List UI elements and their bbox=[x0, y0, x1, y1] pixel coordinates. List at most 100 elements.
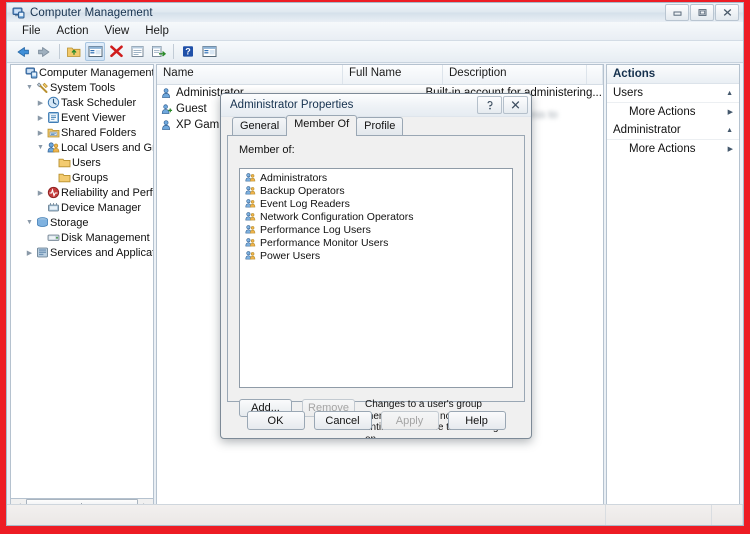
tree-node-storage[interactable]: ▼ Storage bbox=[11, 215, 153, 230]
minimize-button[interactable] bbox=[665, 4, 689, 21]
statusbar-segment-3 bbox=[712, 505, 743, 525]
column-header-name[interactable]: Name bbox=[157, 65, 343, 84]
administrator-properties-dialog: Administrator Properties General Member … bbox=[220, 93, 532, 439]
show-hide-console-tree-icon[interactable] bbox=[85, 42, 105, 61]
list-item[interactable]: Performance Monitor Users bbox=[240, 236, 512, 249]
properties-icon[interactable] bbox=[127, 42, 147, 61]
statusbar-segment-main bbox=[7, 505, 606, 525]
delete-icon[interactable] bbox=[106, 42, 126, 61]
member-of-label: Member of: bbox=[239, 144, 295, 156]
ok-button[interactable]: OK bbox=[246, 411, 305, 430]
dialog-help-button[interactable] bbox=[477, 96, 502, 114]
list-item[interactable]: Administrators bbox=[240, 171, 512, 184]
list-item[interactable]: Performance Log Users bbox=[240, 223, 512, 236]
red-border-right bbox=[744, 0, 750, 534]
toolbar: ? bbox=[7, 41, 743, 63]
toolbar-separator bbox=[59, 44, 60, 59]
up-folder-icon[interactable] bbox=[64, 42, 84, 61]
actions-title: Actions bbox=[607, 65, 739, 84]
column-header-full-name[interactable]: Full Name bbox=[343, 65, 443, 84]
cell-name-text: Guest bbox=[176, 103, 207, 115]
actions-group-administrator[interactable]: Administrator ▲ bbox=[607, 121, 739, 140]
list-item[interactable]: Network Configuration Operators bbox=[240, 210, 512, 223]
console-tree: Computer Management (Local▼System Tools▶… bbox=[11, 65, 153, 260]
storage-icon bbox=[35, 216, 50, 229]
chevron-right-icon-2[interactable]: ▶ bbox=[728, 145, 733, 153]
dialog-titlebar-buttons bbox=[477, 96, 528, 114]
tree-node-users[interactable]: Users bbox=[11, 155, 153, 170]
tree-node-groups[interactable]: Groups bbox=[11, 170, 153, 185]
member-of-panel: Member of: Administrators Backup Operator… bbox=[227, 135, 525, 438]
collapsed-twisty-icon[interactable]: ▶ bbox=[35, 114, 46, 122]
dialog-titlebar: Administrator Properties bbox=[221, 94, 531, 117]
menu-file[interactable]: File bbox=[14, 23, 49, 39]
close-button[interactable] bbox=[715, 4, 739, 21]
tab-member-of[interactable]: Member Of bbox=[286, 115, 358, 136]
collapsed-twisty-icon[interactable]: ▶ bbox=[35, 189, 46, 197]
collapsed-twisty-icon[interactable]: ▶ bbox=[24, 249, 35, 257]
dialog-body: General Member Of Profile Member of: Adm… bbox=[227, 115, 525, 438]
chevron-up-icon[interactable]: ▲ bbox=[726, 90, 733, 97]
dialog-close-button[interactable] bbox=[503, 96, 528, 114]
back-icon[interactable] bbox=[13, 42, 33, 61]
actions-users-more-actions[interactable]: More Actions ▶ bbox=[607, 103, 739, 121]
list-item[interactable]: Power Users bbox=[240, 249, 512, 262]
system-tools-icon bbox=[35, 81, 50, 94]
menu-action[interactable]: Action bbox=[49, 23, 97, 39]
tree-node-system-tools[interactable]: ▼ System Tools bbox=[11, 80, 153, 95]
tab-general[interactable]: General bbox=[232, 117, 288, 136]
actions-administrator-more-actions[interactable]: More Actions ▶ bbox=[607, 140, 739, 158]
member-of-listbox[interactable]: Administrators Backup Operators Event Log … bbox=[239, 168, 513, 388]
services-icon bbox=[35, 246, 50, 259]
tree-node-label: Event Viewer bbox=[61, 111, 126, 124]
menubar: File Action View Help bbox=[7, 22, 743, 41]
list-item-label: Administrators bbox=[260, 171, 328, 184]
actions-users-more-actions-label: More Actions bbox=[629, 106, 696, 118]
tree-node-shared-folders[interactable]: ▶ Shared Folders bbox=[11, 125, 153, 140]
list-item-label: Performance Log Users bbox=[260, 223, 371, 236]
shared-folders-icon bbox=[46, 126, 61, 139]
collapsed-twisty-icon[interactable]: ▶ bbox=[35, 129, 46, 137]
cancel-button[interactable]: Cancel bbox=[313, 411, 372, 430]
users-groups-icon bbox=[46, 141, 61, 154]
clock-icon bbox=[46, 96, 61, 109]
actions-group-users[interactable]: Users ▲ bbox=[607, 84, 739, 103]
chevron-up-icon-2[interactable]: ▲ bbox=[726, 127, 733, 134]
chevron-right-icon[interactable]: ▶ bbox=[728, 108, 733, 116]
help-button[interactable]: Help bbox=[447, 411, 506, 430]
help-icon[interactable]: ? bbox=[178, 42, 198, 61]
view-options-icon[interactable] bbox=[199, 42, 219, 61]
device-manager-icon bbox=[46, 201, 61, 214]
column-header-description[interactable]: Description bbox=[443, 65, 587, 84]
tree-node-label: Device Manager bbox=[61, 201, 142, 214]
folder-icon bbox=[57, 156, 72, 169]
tree-node-computer-management-local[interactable]: Computer Management (Local bbox=[11, 65, 153, 80]
tree-node-reliability-and-performa[interactable]: ▶ Reliability and Performa bbox=[11, 185, 153, 200]
tree-node-device-manager[interactable]: Device Manager bbox=[11, 200, 153, 215]
menu-view[interactable]: View bbox=[97, 23, 138, 39]
console-tree-pane[interactable]: Computer Management (Local▼System Tools▶… bbox=[10, 64, 154, 501]
tree-node-services-and-applications[interactable]: ▶ Services and Applications bbox=[11, 245, 153, 260]
expanded-twisty-icon[interactable]: ▼ bbox=[35, 144, 46, 151]
maximize-button[interactable] bbox=[690, 4, 714, 21]
list-item[interactable]: Event Log Readers bbox=[240, 197, 512, 210]
svg-text:?: ? bbox=[185, 46, 191, 56]
tree-node-event-viewer[interactable]: ▶ Event Viewer bbox=[11, 110, 153, 125]
window-title: Computer Management bbox=[30, 6, 153, 19]
group-icon bbox=[245, 237, 256, 248]
menu-help[interactable]: Help bbox=[137, 23, 177, 39]
export-list-icon[interactable] bbox=[148, 42, 168, 61]
tree-node-task-scheduler[interactable]: ▶ Task Scheduler bbox=[11, 95, 153, 110]
tree-node-label: Users bbox=[72, 156, 101, 169]
collapsed-twisty-icon[interactable]: ▶ bbox=[35, 99, 46, 107]
tree-node-local-users-and-groups[interactable]: ▼ Local Users and Groups bbox=[11, 140, 153, 155]
tree-node-disk-management[interactable]: Disk Management bbox=[11, 230, 153, 245]
apply-button: Apply bbox=[380, 411, 439, 430]
tab-profile[interactable]: Profile bbox=[356, 117, 404, 136]
forward-icon[interactable] bbox=[34, 42, 54, 61]
expanded-twisty-icon[interactable]: ▼ bbox=[24, 84, 35, 91]
user-icon bbox=[161, 119, 173, 131]
list-item[interactable]: Backup Operators bbox=[240, 184, 512, 197]
expanded-twisty-icon[interactable]: ▼ bbox=[24, 219, 35, 226]
tree-node-label: Computer Management (Local bbox=[39, 66, 153, 79]
